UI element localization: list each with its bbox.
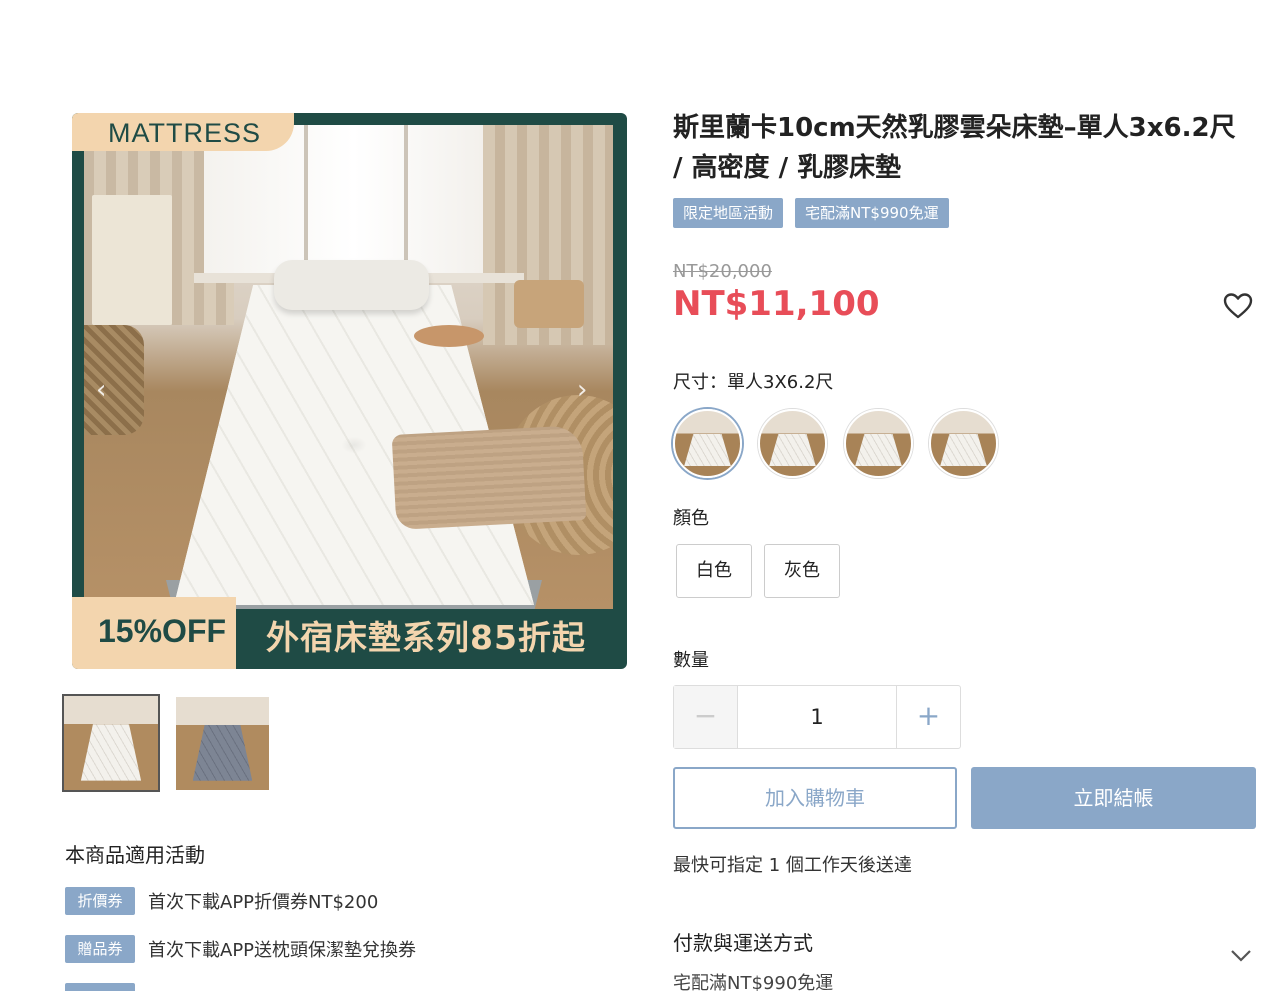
product-main-image[interactable]: MATTRESS 15%OFF 外宿床墊系列85折起 ‹ › bbox=[72, 113, 627, 669]
heart-icon[interactable] bbox=[1222, 290, 1254, 322]
quantity-minus-button[interactable]: − bbox=[674, 686, 738, 748]
size-swatch[interactable] bbox=[929, 409, 998, 478]
activity-item[interactable]: 折價券 首次下載APP折價券NT$200 bbox=[65, 887, 378, 915]
payment-shipping-title[interactable]: 付款與運送方式 bbox=[673, 927, 813, 956]
activity-item[interactable]: 贈品券 首次下載APP送枕頭保潔墊兌換券 bbox=[65, 935, 416, 963]
thumbnail-white[interactable] bbox=[62, 694, 160, 792]
quantity-label: 數量 bbox=[673, 650, 709, 671]
activity-text: 首次下載APP送枕頭保潔墊兌換券 bbox=[148, 940, 417, 961]
sale-price: NT$11,100 bbox=[673, 284, 880, 324]
chevron-left-icon[interactable]: ‹ bbox=[96, 375, 116, 405]
quantity-plus-button[interactable]: + bbox=[896, 686, 960, 748]
promo-series-label: 外宿床墊系列85折起 bbox=[266, 618, 586, 657]
mattress-corner-label: MATTRESS bbox=[72, 113, 294, 151]
tag-region-activity[interactable]: 限定地區活動 bbox=[673, 198, 784, 228]
add-to-cart-button[interactable]: 加入購物車 bbox=[673, 767, 957, 829]
activity-item-partial bbox=[65, 983, 135, 991]
chevron-right-icon[interactable]: › bbox=[577, 375, 597, 405]
buy-now-button[interactable]: 立即結帳 bbox=[971, 767, 1256, 829]
quantity-stepper: − 1 + bbox=[673, 685, 961, 749]
original-price: NT$20,000 bbox=[673, 261, 772, 282]
color-label: 顏色 bbox=[673, 508, 709, 529]
delivery-note: 最快可指定 1 個工作天後送達 bbox=[673, 855, 912, 876]
color-option-white[interactable]: 白色 bbox=[676, 544, 752, 598]
tag-free-shipping[interactable]: 宅配滿NT$990免運 bbox=[795, 198, 949, 228]
mattress-photo bbox=[84, 125, 613, 609]
size-label: 尺寸：單人3X6.2尺 bbox=[673, 372, 834, 393]
payment-shipping-summary: 宅配滿NT$990免運 bbox=[673, 973, 834, 991]
color-option-gray[interactable]: 灰色 bbox=[764, 544, 840, 598]
activity-badge-partial bbox=[65, 983, 135, 991]
activity-text: 首次下載APP折價券NT$200 bbox=[148, 892, 379, 913]
size-swatch[interactable] bbox=[844, 409, 913, 478]
activities-title: 本商品適用活動 bbox=[65, 843, 205, 867]
thumbnail-gray[interactable] bbox=[176, 697, 269, 790]
activity-badge: 贈品券 bbox=[65, 935, 135, 963]
size-swatch[interactable] bbox=[673, 409, 742, 478]
promo-discount-label: 15%OFF bbox=[72, 597, 236, 669]
quantity-input[interactable]: 1 bbox=[738, 686, 896, 748]
promo-tags: 限定地區活動 宅配滿NT$990免運 bbox=[673, 198, 949, 228]
product-title: 斯里蘭卡10cm天然乳膠雲朵床墊–單人3x6.2尺 / 高密度 / 乳膠床墊 bbox=[673, 113, 1236, 183]
size-swatch[interactable] bbox=[758, 409, 827, 478]
activity-badge: 折價券 bbox=[65, 887, 135, 915]
chevron-down-icon[interactable] bbox=[1228, 945, 1254, 965]
